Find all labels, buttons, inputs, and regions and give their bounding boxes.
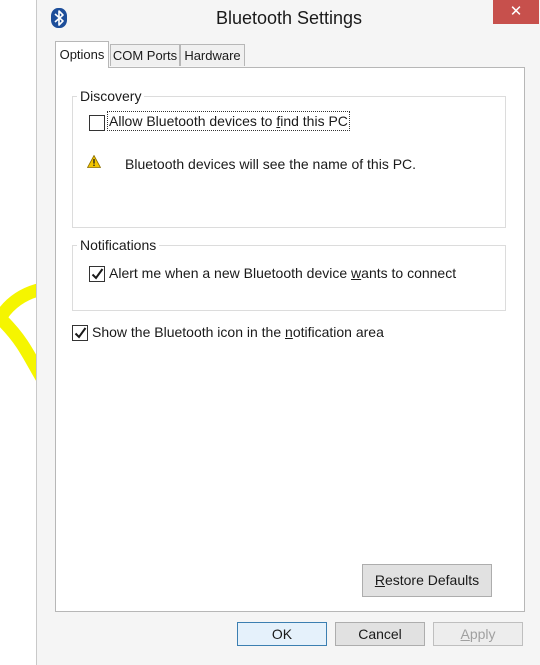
notifications-legend: Notifications [77, 237, 160, 253]
cancel-button[interactable]: Cancel [335, 622, 425, 646]
options-panel: Discovery Allow Bluetooth devices to fin… [55, 67, 525, 612]
allow-discovery-checkbox[interactable] [89, 115, 105, 131]
tab-hardware[interactable]: Hardware [180, 44, 245, 66]
checkmark-icon [74, 327, 87, 339]
close-icon: ✕ [509, 3, 523, 20]
checkmark-icon [91, 268, 104, 280]
apply-button[interactable]: Apply [433, 622, 523, 646]
close-button[interactable]: ✕ [493, 0, 539, 24]
show-bluetooth-icon-checkbox[interactable] [72, 325, 88, 341]
alert-new-device-checkbox[interactable] [89, 266, 105, 282]
discovery-warning-text: Bluetooth devices will see the name of t… [125, 156, 417, 172]
allow-discovery-label[interactable]: Allow Bluetooth devices to find this PC [107, 111, 350, 131]
title-bar: Bluetooth Settings ✕ [37, 0, 540, 38]
restore-defaults-button[interactable]: Restore Defaults [362, 564, 492, 597]
window-title: Bluetooth Settings [215, 8, 363, 28]
discovery-legend: Discovery [77, 88, 145, 104]
show-bluetooth-icon-label[interactable]: Show the Bluetooth icon in the notificat… [92, 324, 384, 340]
tab-options[interactable]: Options [55, 41, 109, 68]
ok-button[interactable]: OK [237, 622, 327, 646]
warning-icon [87, 155, 101, 168]
bluetooth-settings-window: Bluetooth Settings ✕ Options COM Ports H… [36, 0, 540, 665]
alert-new-device-label[interactable]: Alert me when a new Bluetooth device wan… [109, 265, 456, 281]
tab-com-ports[interactable]: COM Ports [110, 44, 180, 66]
